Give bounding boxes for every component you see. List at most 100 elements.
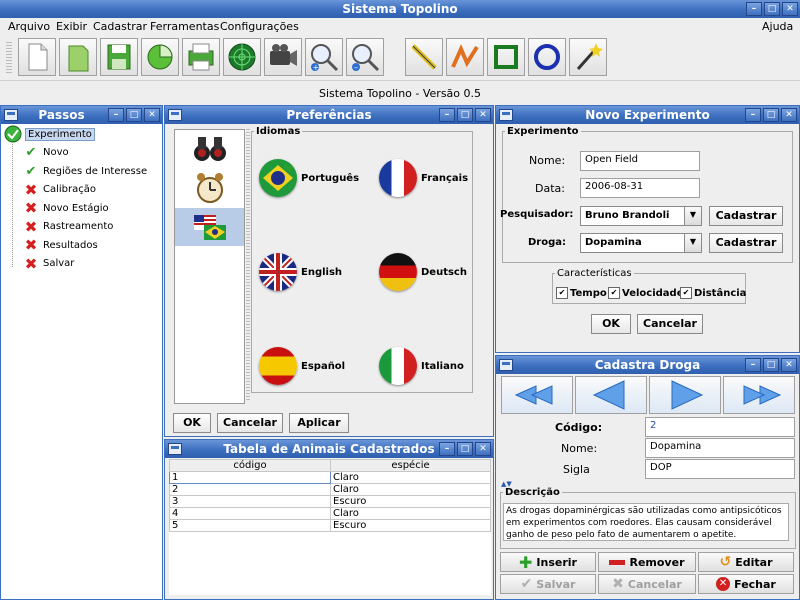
- cell-codigo[interactable]: 2: [169, 483, 331, 496]
- minimize-button[interactable]: –: [745, 358, 761, 372]
- language-deutsch[interactable]: Deutsch: [379, 253, 467, 291]
- cell-codigo[interactable]: 5: [169, 519, 331, 532]
- codigo-field[interactable]: 2: [645, 417, 795, 437]
- cell-especie[interactable]: Claro: [330, 483, 491, 496]
- magic-wand-icon[interactable]: [569, 38, 607, 76]
- language-francais[interactable]: Français: [379, 159, 468, 197]
- tempo-checkbox[interactable]: ✔ Tempo: [556, 287, 607, 299]
- tree-item[interactable]: ✔ Novo: [23, 144, 69, 161]
- close-button[interactable]: ✕: [475, 442, 491, 456]
- data-field[interactable]: 2006-08-31: [580, 178, 700, 198]
- maximize-button[interactable]: □: [126, 108, 142, 122]
- cadastrar-droga-button[interactable]: Cadastrar: [709, 233, 783, 253]
- circle-tool-icon[interactable]: [528, 38, 566, 76]
- menu-configuracoes[interactable]: Configurações: [220, 20, 299, 33]
- category-binoculars[interactable]: [175, 130, 244, 168]
- open-icon[interactable]: [59, 38, 97, 76]
- maximize-button[interactable]: □: [763, 108, 779, 122]
- menu-ferramentas[interactable]: Ferramentas: [150, 20, 219, 33]
- tree-item[interactable]: ✖ Calibração: [23, 181, 96, 199]
- maximize-button[interactable]: □: [763, 358, 779, 372]
- cadastrar-pesquisador-button[interactable]: Cadastrar: [709, 206, 783, 226]
- camera-icon[interactable]: [264, 38, 302, 76]
- cell-codigo[interactable]: 1: [169, 471, 331, 484]
- tabela-title-bar[interactable]: Tabela de Animais Cadastrados – □ ✕: [165, 440, 493, 458]
- cancelar-button[interactable]: ✖ Cancelar: [598, 574, 696, 594]
- table-row[interactable]: 1 Claro: [169, 471, 491, 484]
- ok-button[interactable]: OK: [591, 314, 631, 334]
- printer-icon[interactable]: [182, 38, 220, 76]
- preferencias-title-bar[interactable]: Preferências – □ ✕: [165, 106, 493, 124]
- rectangle-tool-icon[interactable]: [487, 38, 525, 76]
- next-record-button[interactable]: [649, 376, 721, 414]
- cell-codigo[interactable]: 3: [169, 495, 331, 508]
- zoom-out-icon[interactable]: –: [346, 38, 384, 76]
- splitter[interactable]: [246, 129, 250, 402]
- window-menu-icon[interactable]: [168, 109, 182, 121]
- minimize-button[interactable]: –: [745, 108, 761, 122]
- table-row[interactable]: 3 Escuro: [169, 495, 491, 508]
- maximize-button[interactable]: □: [457, 442, 473, 456]
- new-document-icon[interactable]: [18, 38, 56, 76]
- distancia-checkbox[interactable]: ✔ Distância: [680, 287, 746, 299]
- polyline-tool-icon[interactable]: [446, 38, 484, 76]
- cell-especie[interactable]: Claro: [330, 507, 491, 520]
- menu-ajuda[interactable]: Ajuda: [762, 20, 793, 33]
- apply-button[interactable]: Aplicar: [289, 413, 349, 433]
- droga-select[interactable]: Dopamina ▼: [580, 233, 702, 253]
- language-portugues[interactable]: Português: [259, 159, 359, 197]
- window-menu-icon[interactable]: [499, 109, 513, 121]
- first-record-button[interactable]: [501, 376, 573, 414]
- menu-arquivo[interactable]: Arquivo: [8, 20, 50, 33]
- pesquisador-select[interactable]: Bruno Brandoli ▼: [580, 206, 702, 226]
- tree-item[interactable]: ✖ Salvar: [23, 255, 75, 273]
- radar-icon[interactable]: [223, 38, 261, 76]
- cancel-button[interactable]: Cancelar: [637, 314, 703, 334]
- tree-root[interactable]: Experimento: [4, 125, 95, 143]
- window-menu-icon[interactable]: [168, 443, 182, 455]
- cell-codigo[interactable]: 4: [169, 507, 331, 520]
- close-button[interactable]: ✕: [782, 2, 798, 16]
- remover-button[interactable]: Remover: [598, 552, 696, 572]
- language-italiano[interactable]: Italiano: [379, 347, 464, 385]
- chevron-down-icon[interactable]: ▼: [684, 234, 701, 252]
- tree-item[interactable]: ✔ Regiões de Interesse: [23, 163, 148, 180]
- fechar-button[interactable]: ✕ Fechar: [698, 574, 794, 594]
- line-tool-icon[interactable]: [405, 38, 443, 76]
- menu-cadastrar[interactable]: Cadastrar: [93, 20, 147, 33]
- table-row[interactable]: 2 Claro: [169, 483, 491, 496]
- salvar-button[interactable]: ✔ Salvar: [500, 574, 596, 594]
- minimize-button[interactable]: –: [439, 108, 455, 122]
- language-espanol[interactable]: Español: [259, 347, 345, 385]
- minimize-button[interactable]: –: [746, 2, 762, 16]
- maximize-button[interactable]: □: [457, 108, 473, 122]
- column-header-codigo[interactable]: código: [169, 459, 331, 472]
- passos-title-bar[interactable]: Passos – □ ✕: [1, 106, 162, 124]
- tree-item[interactable]: ✖ Resultados: [23, 236, 98, 254]
- tree-item[interactable]: ✖ Novo Estágio: [23, 199, 109, 217]
- column-header-especie[interactable]: espécie: [330, 459, 491, 472]
- close-button[interactable]: ✕: [781, 358, 797, 372]
- window-menu-icon[interactable]: [4, 109, 18, 121]
- nome-droga-field[interactable]: Dopamina: [645, 438, 795, 458]
- velocidade-checkbox[interactable]: ✔ Velocidade: [608, 287, 683, 299]
- nome-field[interactable]: Open Field: [580, 151, 700, 171]
- category-clock[interactable]: [175, 168, 244, 208]
- tree-item[interactable]: ✖ Rastreamento: [23, 218, 114, 236]
- chevron-down-icon[interactable]: ▼: [684, 207, 701, 225]
- sigla-field[interactable]: DOP: [645, 459, 795, 479]
- descricao-textarea[interactable]: As drogas dopaminérgicas são utilizadas …: [503, 503, 789, 541]
- last-record-button[interactable]: [723, 376, 795, 414]
- table-row[interactable]: 4 Claro: [169, 507, 491, 520]
- toolbar-grip[interactable]: [6, 42, 12, 74]
- zoom-in-icon[interactable]: +: [305, 38, 343, 76]
- category-languages[interactable]: [175, 208, 244, 246]
- cell-especie[interactable]: Escuro: [330, 495, 491, 508]
- close-button[interactable]: ✕: [781, 108, 797, 122]
- inserir-button[interactable]: ✚ Inserir: [500, 552, 596, 572]
- cell-especie[interactable]: Claro: [330, 471, 491, 484]
- novo-experimento-title-bar[interactable]: Novo Experimento – □ ✕: [496, 106, 799, 124]
- table-row[interactable]: 5 Escuro: [169, 519, 491, 532]
- menu-exibir[interactable]: Exibir: [56, 20, 87, 33]
- cell-especie[interactable]: Escuro: [330, 519, 491, 532]
